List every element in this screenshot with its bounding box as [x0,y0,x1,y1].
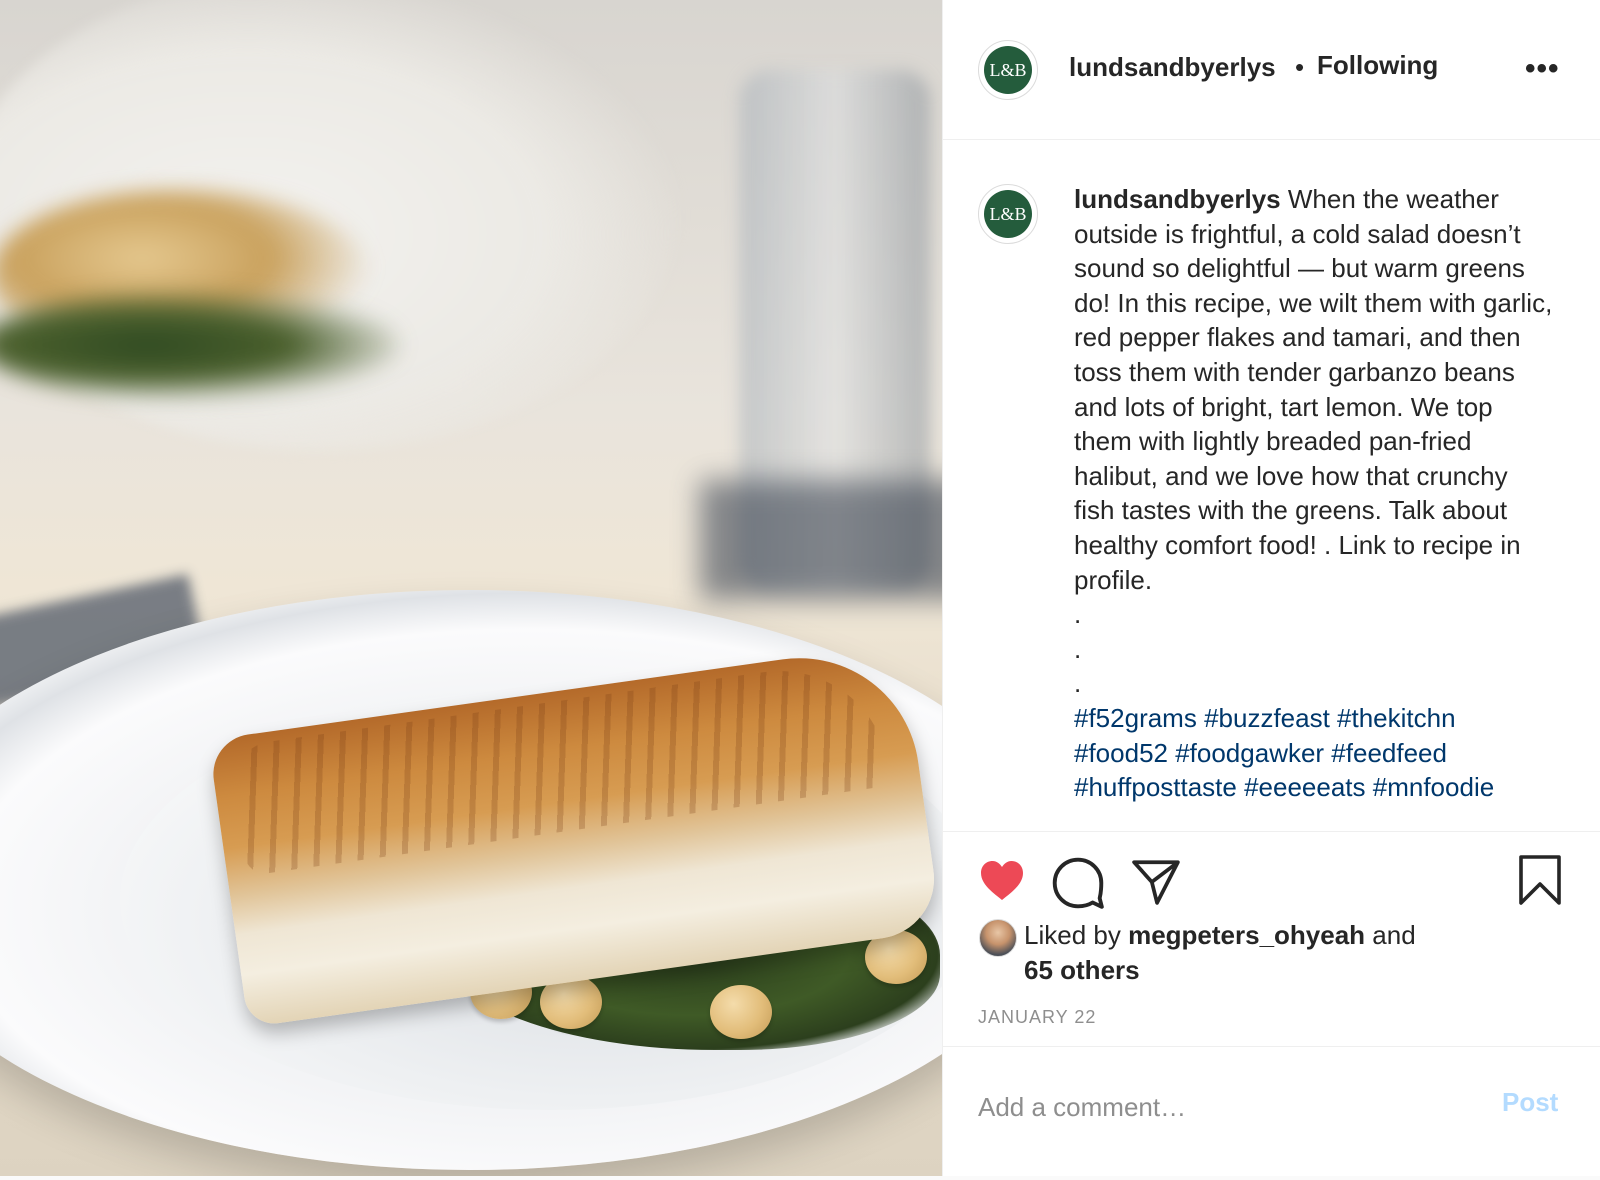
liker-avatar[interactable] [979,919,1017,957]
likes-and: and [1372,920,1416,950]
brand-logo: L&B [984,190,1032,238]
caption-dot: . [1074,668,1082,699]
bookmark-icon[interactable] [1518,854,1562,906]
following-button[interactable]: Following [1317,50,1438,81]
comment-icon[interactable] [1052,857,1104,909]
likes-others-link[interactable]: 65 others [1024,955,1140,985]
instagram-post: L&B lundsandbyerlys • Following ••• L&B … [0,0,1600,1176]
hashtags[interactable]: #f52grams #buzzfeast #thekitchn #food52 … [1074,701,1554,805]
avatar[interactable]: L&B [978,40,1038,100]
likes-prefix: Liked by [1024,920,1121,950]
liker-username-link[interactable]: megpeters_ohyeah [1128,920,1365,950]
post-photo[interactable] [0,0,942,1176]
post-comment-button[interactable]: Post [1502,1087,1558,1118]
post-caption: lundsandbyerlys When the weather outside… [1074,182,1554,805]
caption-dot: . [1074,633,1082,664]
post-date[interactable]: JANUARY 22 [978,1007,1096,1028]
caption-avatar[interactable]: L&B [978,184,1038,244]
heart-icon[interactable] [976,857,1028,905]
action-section: Liked by megpeters_ohyeah and 65 others … [943,831,1600,1161]
caption-text: When the weather outside is frightful, a… [1074,184,1553,595]
post-header: L&B lundsandbyerlys • Following ••• [943,0,1600,140]
paper-plane-icon[interactable] [1130,857,1182,907]
more-options-icon[interactable]: ••• [1525,52,1560,86]
background-placemat [700,480,942,600]
separator-dot: • [1295,52,1305,82]
comment-bar: Post [943,1046,1600,1162]
post-side-panel: L&B lundsandbyerlys • Following ••• L&B … [942,0,1600,1176]
caption-username-link[interactable]: lundsandbyerlys [1074,184,1281,214]
likes-summary: Liked by megpeters_ohyeah and 65 others [1024,918,1564,988]
chickpea [710,985,772,1039]
username-link[interactable]: lundsandbyerlys [1069,52,1276,83]
caption-dot: . [1074,599,1082,630]
brand-logo: L&B [984,46,1032,94]
caption-scroll-area[interactable]: L&B lundsandbyerlys When the weather out… [943,141,1600,831]
comment-input[interactable] [978,1087,1458,1127]
